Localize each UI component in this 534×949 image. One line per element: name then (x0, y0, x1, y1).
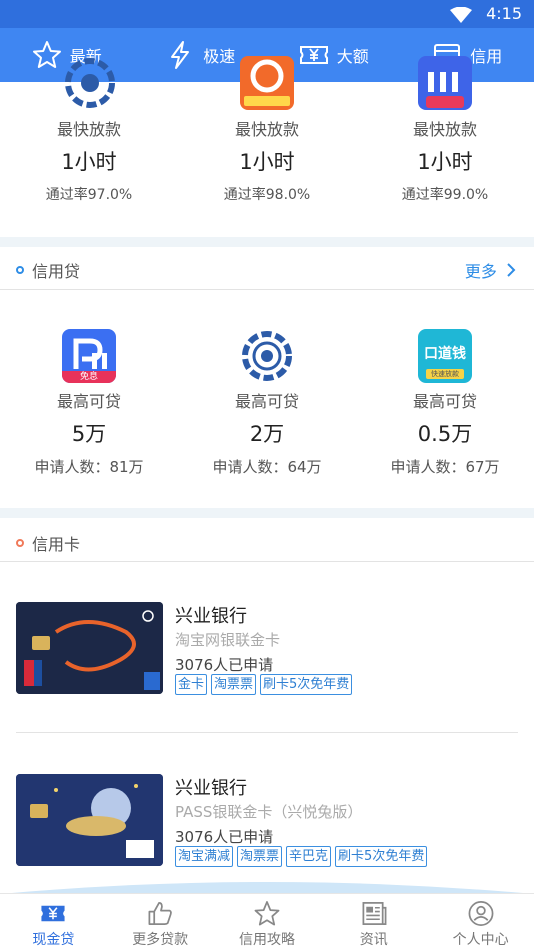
section-title-credit-loan: 信用贷 (16, 258, 80, 282)
divider (16, 732, 518, 733)
credit-loan-row: 最高可贷 5万 申请人数：81万 最高可贷 2万 申请人数：64万 最高可贷 0… (0, 388, 534, 477)
loan-logo[interactable] (240, 56, 294, 110)
section-title-credit-card: 信用卡 (16, 531, 80, 555)
loan-label: 最快放款 (234, 120, 299, 139)
applicant-count: 申请人数：67万 (390, 458, 500, 476)
more-link[interactable]: 更多 (465, 258, 516, 282)
card-image[interactable] (16, 774, 163, 866)
bottom-tab-bar: 现金贷 更多贷款 信用攻略 资讯 个人中心 (0, 893, 534, 949)
credit-loan-item[interactable]: 最高可贷 2万 申请人数：64万 (178, 388, 356, 477)
loan-logo[interactable] (240, 329, 294, 383)
section-divider (0, 237, 534, 247)
credit-loan-item[interactable]: 最高可贷 5万 申请人数：81万 (0, 388, 178, 477)
tab-label: 极速 (203, 47, 236, 66)
loan-label: 最快放款 (412, 120, 477, 139)
star-icon (32, 41, 61, 68)
fast-loan-row: 最快放款 1小时 通过率97.0% 最快放款 1小时 通过率98.0% 最快放款… (0, 116, 534, 204)
applicant-count: 申请人数：81万 (34, 458, 144, 476)
loan-logo[interactable] (63, 56, 117, 110)
fast-loan-item[interactable]: 最快放款 1小时 通过率98.0% (178, 116, 356, 204)
loan-value: 1小时 (239, 150, 295, 174)
fast-loan-item[interactable]: 最快放款 1小时 通过率99.0% (356, 116, 534, 204)
bottom-tab-cash-loan[interactable]: 现金贷 (0, 894, 107, 949)
loan-value: 2万 (249, 422, 285, 446)
card-tag: 刷卡5次免年费 (335, 846, 428, 867)
logo-subtext: 快速放款 (426, 369, 464, 379)
news-icon (362, 902, 387, 925)
yen-ticket-icon (299, 46, 328, 64)
bottom-tab-more-loans[interactable]: 更多贷款 (107, 894, 214, 949)
card-tag: 金卡 (175, 674, 208, 695)
wifi-icon (450, 7, 472, 23)
bank-name: 兴业银行 (175, 778, 247, 799)
thumbs-up-icon (148, 902, 172, 925)
card-name: 淘宝网银联金卡 (175, 631, 281, 649)
loan-logo[interactable]: 口道钱 快速放款 (418, 329, 472, 383)
card-name: PASS银联金卡（兴悦兔版） (175, 803, 363, 821)
wave-decoration (0, 876, 534, 894)
card-tag: 淘票票 (237, 846, 283, 867)
card-tags: 金卡 淘票票 刷卡5次免年费 (175, 674, 353, 695)
divider (0, 561, 534, 562)
dot-icon (16, 539, 24, 547)
loan-label: 最快放款 (56, 120, 121, 139)
status-bar: 4:15 (0, 0, 534, 28)
dot-icon (16, 266, 24, 274)
loan-value: 1小时 (417, 150, 473, 174)
user-icon (468, 901, 494, 926)
loan-value: 5万 (71, 422, 107, 446)
badge-free-interest: 免息 (79, 372, 98, 382)
loan-value: 0.5万 (417, 422, 473, 446)
tab-label: 大额 (336, 47, 369, 66)
applied-count: 3076人已申请 (175, 656, 274, 674)
credit-loan-item[interactable]: 最高可贷 0.5万 申请人数：67万 (356, 388, 534, 477)
logo-text: 口道钱 (424, 346, 466, 362)
card-tag: 淘宝满减 (175, 846, 234, 867)
card-tag: 淘票票 (211, 674, 257, 695)
bank-name: 兴业银行 (175, 606, 247, 627)
status-time: 4:15 (486, 4, 522, 23)
loan-label: 最高可贷 (412, 392, 477, 411)
applied-count: 3076人已申请 (175, 828, 274, 846)
tab-label: 信用 (470, 47, 503, 66)
pass-rate: 通过率97.0% (45, 187, 133, 203)
pass-rate: 通过率98.0% (223, 187, 311, 203)
bottom-tab-news[interactable]: 资讯 (320, 894, 427, 949)
bottom-tab-profile[interactable]: 个人中心 (427, 894, 534, 949)
bottom-tab-credit-guide[interactable]: 信用攻略 (214, 894, 321, 949)
card-tag: 辛巴克 (286, 846, 332, 867)
loan-logo[interactable] (418, 56, 472, 110)
card-tags: 淘宝满减 淘票票 辛巴克 刷卡5次免年费 (175, 846, 428, 867)
applicant-count: 申请人数：64万 (212, 458, 322, 476)
lightning-icon (171, 41, 190, 69)
loan-label: 最高可贷 (56, 392, 121, 411)
star-outline-icon (254, 901, 280, 926)
loan-value: 1小时 (61, 150, 117, 174)
divider (0, 289, 534, 290)
cash-icon (41, 905, 65, 922)
loan-label: 最高可贷 (234, 392, 299, 411)
card-image[interactable] (16, 602, 163, 694)
section-divider (0, 508, 534, 518)
pass-rate: 通过率99.0% (401, 187, 489, 203)
chevron-right-icon (507, 263, 516, 277)
card-tag: 刷卡5次免年费 (260, 674, 353, 695)
loan-logo[interactable]: 免息 (62, 329, 116, 383)
fast-loan-item[interactable]: 最快放款 1小时 通过率97.0% (0, 116, 178, 204)
